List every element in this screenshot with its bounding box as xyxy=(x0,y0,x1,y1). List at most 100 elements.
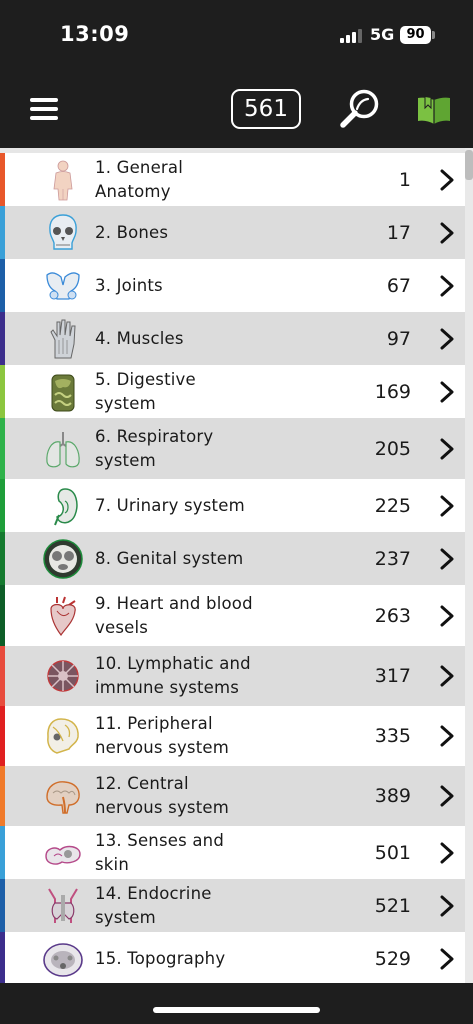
chapter-row[interactable]: 5. Digestive system 169 xyxy=(0,365,473,418)
chapter-row[interactable]: 8. Genital system 237 xyxy=(0,532,473,585)
chapter-row[interactable]: 6. Respiratory system 205 xyxy=(0,418,473,479)
lungs-icon xyxy=(42,428,84,470)
chapter-color-stripe xyxy=(0,418,5,479)
home-indicator[interactable] xyxy=(153,1007,320,1013)
chevron-right-icon[interactable] xyxy=(439,381,455,403)
chapter-color-stripe xyxy=(0,585,5,646)
chapter-list[interactable]: 1. General Anatomy 1 2. Bones 17 3. Joints 67… xyxy=(0,148,473,983)
chapter-color-stripe xyxy=(0,646,5,706)
chapter-page-number: 389 xyxy=(374,785,411,807)
chapter-row[interactable]: 9. Heart and blood vesels 263 xyxy=(0,585,473,646)
chapter-page-number: 169 xyxy=(374,380,411,403)
chapter-page-number: 1 xyxy=(398,168,411,191)
chevron-right-icon[interactable] xyxy=(439,495,455,517)
magnifier-icon[interactable] xyxy=(338,87,382,131)
chapter-row[interactable]: 10. Lymphatic and immune systems 317 xyxy=(0,646,473,706)
skull-icon xyxy=(42,212,84,254)
chevron-right-icon[interactable] xyxy=(439,328,455,350)
chapter-title: 6. Respiratory system xyxy=(95,426,214,470)
chapter-color-stripe xyxy=(0,879,5,932)
chapter-color-stripe xyxy=(0,532,5,585)
chapter-page-number: 529 xyxy=(374,947,411,970)
chapter-color-stripe xyxy=(0,479,5,532)
chapter-color-stripe xyxy=(0,312,5,365)
heart-icon xyxy=(42,595,84,637)
app-header: 561 xyxy=(0,70,473,148)
chapter-row[interactable]: 7. Urinary system 225 xyxy=(0,479,473,532)
chapter-row[interactable]: 11. Peripheral nervous system 335 xyxy=(0,706,473,766)
chapter-page-number: 225 xyxy=(374,494,411,517)
chapter-title: 8. Genital system xyxy=(95,548,244,568)
chapter-title: 13. Senses and skin xyxy=(95,830,224,874)
hamburger-menu-icon[interactable] xyxy=(30,98,58,120)
chapter-title: 2. Bones xyxy=(95,222,169,242)
chapter-page-number: 205 xyxy=(374,437,411,460)
chapter-page-number: 335 xyxy=(374,725,411,747)
chapter-color-stripe xyxy=(0,365,5,418)
chapter-row[interactable]: 12. Central nervous system 389 xyxy=(0,766,473,826)
scrollbar-thumb[interactable] xyxy=(465,150,473,180)
chevron-right-icon[interactable] xyxy=(439,842,455,864)
chevron-right-icon[interactable] xyxy=(439,785,455,807)
home-area xyxy=(0,983,473,1024)
chapter-page-number: 317 xyxy=(374,665,411,687)
chapter-title: 12. Central nervous system xyxy=(95,774,230,817)
network-type: 5G xyxy=(370,25,395,44)
chapter-row[interactable]: 2. Bones 17 xyxy=(0,206,473,259)
chapter-title: 1. General Anatomy xyxy=(95,157,184,201)
chapter-row[interactable]: 15. Topography 529 xyxy=(0,932,473,983)
chapter-page-number: 521 xyxy=(374,894,411,917)
chapter-title: 4. Muscles xyxy=(95,328,184,348)
chapter-color-stripe xyxy=(0,932,5,983)
skull-nerves-icon xyxy=(42,715,84,757)
chevron-right-icon[interactable] xyxy=(439,548,455,570)
battery-icon: 90 xyxy=(400,26,431,44)
chapter-title: 9. Heart and blood vesels xyxy=(95,593,253,637)
chapter-color-stripe xyxy=(0,706,5,766)
scrollbar-track[interactable] xyxy=(465,148,473,983)
chapter-color-stripe xyxy=(0,766,5,826)
chevron-right-icon[interactable] xyxy=(439,222,455,244)
battery-tip xyxy=(432,31,435,39)
chapter-page-number: 67 xyxy=(386,274,411,297)
chapter-row[interactable]: 1. General Anatomy 1 xyxy=(0,153,473,206)
chapter-color-stripe xyxy=(0,826,5,879)
status-time: 13:09 xyxy=(60,22,130,46)
chevron-right-icon[interactable] xyxy=(439,895,455,917)
chapter-row[interactable]: 4. Muscles 97 xyxy=(0,312,473,365)
lymph-node-icon xyxy=(42,655,84,697)
chevron-right-icon[interactable] xyxy=(439,275,455,297)
chevron-right-icon[interactable] xyxy=(439,665,455,687)
signal-strength-icon xyxy=(340,29,364,43)
chevron-right-icon[interactable] xyxy=(439,169,455,191)
ear-icon xyxy=(42,832,84,874)
open-book-icon[interactable] xyxy=(416,94,452,126)
kidney-icon xyxy=(42,485,84,527)
hand-muscle-icon xyxy=(42,318,84,360)
chevron-right-icon[interactable] xyxy=(439,438,455,460)
chapter-row[interactable]: 3. Joints 67 xyxy=(0,259,473,312)
chapter-page-number: 17 xyxy=(386,221,411,244)
pelvis-icon xyxy=(42,265,84,307)
chapter-title: 14. Endocrine system xyxy=(95,883,212,927)
topography-section-icon xyxy=(42,938,84,980)
thyroid-icon xyxy=(42,885,84,927)
chapter-row[interactable]: 14. Endocrine system 521 xyxy=(0,879,473,932)
chapter-color-stripe xyxy=(0,259,5,312)
status-bar: 13:09 5G 90 xyxy=(0,0,473,70)
chapter-row[interactable]: 13. Senses and skin 501 xyxy=(0,826,473,879)
chevron-right-icon[interactable] xyxy=(439,605,455,627)
chapter-title: 5. Digestive system xyxy=(95,369,196,413)
chapter-title: 3. Joints xyxy=(95,275,163,295)
chevron-right-icon[interactable] xyxy=(439,948,455,970)
chapter-title: 15. Topography xyxy=(95,948,226,968)
chapter-page-number: 97 xyxy=(386,327,411,350)
brain-icon xyxy=(42,775,84,817)
chapter-color-stripe xyxy=(0,206,5,259)
body-figure-icon xyxy=(42,159,84,201)
chapter-page-number: 501 xyxy=(374,841,411,864)
chapter-title: 11. Peripheral nervous system xyxy=(95,714,230,757)
chapter-color-stripe xyxy=(0,153,5,206)
chevron-right-icon[interactable] xyxy=(439,725,455,747)
count-badge[interactable]: 561 xyxy=(231,89,301,129)
